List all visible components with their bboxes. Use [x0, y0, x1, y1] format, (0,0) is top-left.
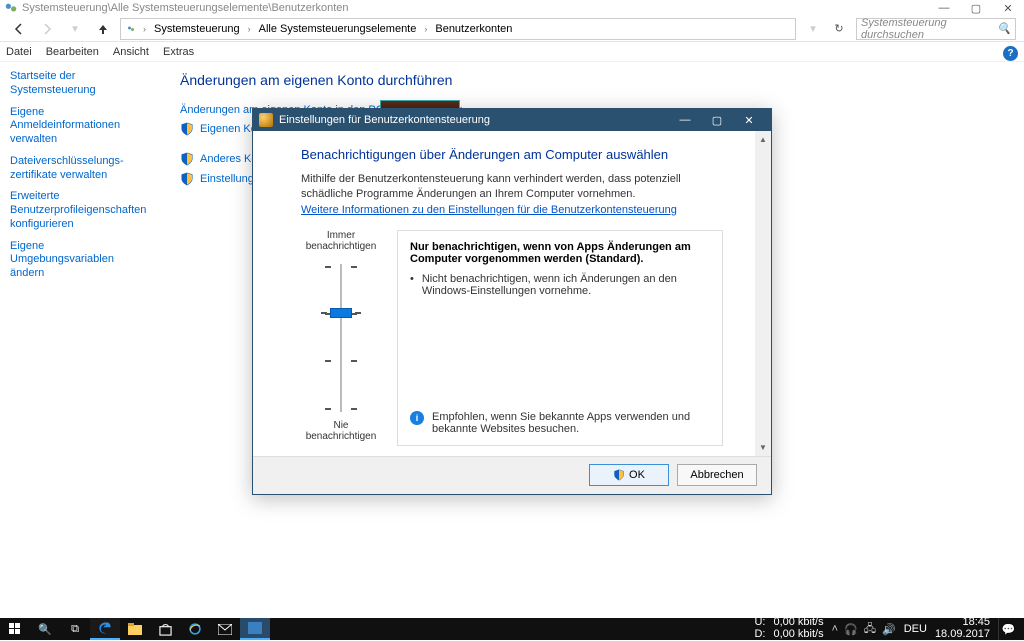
chevron-right-icon[interactable]: › [420, 24, 431, 34]
help-icon[interactable]: ? [1003, 46, 1018, 61]
shield-icon [180, 172, 194, 186]
menu-ansicht[interactable]: Ansicht [113, 46, 149, 58]
tray-network-icon[interactable]: 🖧 [864, 620, 876, 639]
window-title: Systemsteuerung\Alle Systemsteuerungsele… [22, 2, 349, 14]
uac-more-info-link[interactable]: Weitere Informationen zu den Einstellung… [301, 204, 677, 216]
search-placeholder: Systemsteuerung durchsuchen [861, 17, 997, 41]
system-tray: U:D: 0,00 kbit/s0,00 kbit/s ˄ 🎧 🖧 🔊 DEU … [754, 617, 1024, 640]
uac-level-info: Empfohlen, wenn Sie bekannte Apps verwen… [432, 411, 710, 435]
menu-bearbeiten[interactable]: Bearbeiten [46, 46, 99, 58]
sidebar-advanced-profile[interactable]: Erweiterte Benutzerprofileigenschaften k… [10, 190, 150, 231]
menu-extras[interactable]: Extras [163, 46, 194, 58]
tray-volume-icon[interactable]: 🔊 [882, 623, 896, 636]
uac-slider[interactable] [325, 258, 357, 418]
tray-chevron-up-icon[interactable]: ˄ [832, 623, 838, 635]
window-title-bar: Systemsteuerung\Alle Systemsteuerungsele… [0, 0, 1024, 16]
minimize-button[interactable]: — [928, 0, 960, 16]
net-labels: U:D: [754, 617, 765, 640]
uac-title-text: Einstellungen für Benutzerkontensteuerun… [279, 114, 490, 126]
shield-icon [180, 152, 194, 166]
taskbar: 🔍 ⧉ U:D: 0,00 kbit/s0,00 kbit/s ˄ 🎧 🖧 🔊 … [0, 618, 1024, 640]
taskbar-app-icon[interactable] [240, 618, 270, 640]
sidebar-credentials[interactable]: Eigene Anmeldeinformationen verwalten [10, 106, 150, 147]
sidebar-home[interactable]: Startseite der Systemsteuerung [10, 70, 150, 98]
uac-title-icon [259, 113, 273, 127]
chevron-right-icon[interactable]: › [244, 24, 255, 34]
uac-minimize-button[interactable]: — [669, 110, 701, 130]
slider-bottom-label: Nie benachrichtigen [301, 420, 381, 442]
slider-top-label: Immer benachrichtigen [301, 230, 381, 252]
window-controls: — ▢ ✕ [928, 0, 1024, 16]
slider-thumb[interactable] [330, 308, 352, 318]
shield-icon [613, 469, 625, 481]
start-button[interactable] [0, 618, 30, 640]
taskbar-mail-icon[interactable] [210, 618, 240, 640]
uac-close-button[interactable]: ✕ [733, 110, 765, 130]
ok-button[interactable]: OK [589, 464, 669, 486]
breadcrumb-item[interactable]: Alle Systemsteuerungselemente [255, 23, 421, 35]
forward-button[interactable] [36, 18, 58, 40]
taskbar-ie-icon[interactable] [180, 618, 210, 640]
breadcrumb[interactable]: › Systemsteuerung › Alle Systemsteuerung… [120, 18, 796, 40]
maximize-button[interactable]: ▢ [960, 0, 992, 16]
uac-footer: OK Abbrechen [253, 456, 771, 494]
net-values: 0,00 kbit/s0,00 kbit/s [773, 617, 823, 640]
uac-level-title: Nur benachrichtigen, wenn von Apps Änder… [410, 241, 691, 265]
action-center-icon[interactable]: 💬 [998, 618, 1018, 640]
back-button[interactable] [8, 18, 30, 40]
control-panel-icon [4, 1, 18, 15]
uac-maximize-button[interactable]: ▢ [701, 110, 733, 130]
uac-heading: Benachrichtigungen über Änderungen am Co… [301, 147, 723, 162]
control-panel-icon [123, 21, 139, 37]
search-input[interactable]: Systemsteuerung durchsuchen 🔍 [856, 18, 1016, 40]
sidebar: Startseite der Systemsteuerung Eigene An… [0, 62, 160, 618]
tray-language[interactable]: DEU [904, 623, 927, 635]
uac-level-bullet: Nicht benachrichtigen, wenn ich Änderung… [422, 273, 710, 297]
taskbar-explorer-icon[interactable] [120, 618, 150, 640]
page-title: Änderungen am eigenen Konto durchführen [180, 72, 1004, 88]
up-button[interactable] [92, 18, 114, 40]
bullet-icon: • [410, 273, 414, 297]
shield-icon [180, 122, 194, 136]
address-dropdown-icon[interactable]: ▾ [802, 18, 824, 40]
breadcrumb-item[interactable]: Systemsteuerung [150, 23, 244, 35]
uac-level-description: Nur benachrichtigen, wenn von Apps Änder… [397, 230, 723, 446]
breadcrumb-bar: ▾ › Systemsteuerung › Alle Systemsteueru… [0, 16, 1024, 42]
uac-dialog: Einstellungen für Benutzerkontensteuerun… [252, 108, 772, 495]
info-icon: i [410, 411, 424, 425]
chevron-right-icon[interactable]: › [139, 24, 150, 34]
refresh-button[interactable]: ↻ [828, 18, 850, 40]
sidebar-certificates[interactable]: Dateiverschlüsselungs-zertifikate verwal… [10, 155, 150, 183]
scroll-down-icon[interactable]: ▼ [755, 440, 771, 456]
search-icon[interactable]: 🔍 [30, 618, 60, 640]
task-view-icon[interactable]: ⧉ [60, 618, 90, 640]
tray-headset-icon[interactable]: 🎧 [844, 623, 858, 636]
tray-clock[interactable]: 18:4518.09.2017 [935, 617, 990, 640]
cancel-button[interactable]: Abbrechen [677, 464, 757, 486]
uac-scrollbar[interactable]: ▲ ▼ [755, 131, 771, 456]
search-icon: 🔍 [997, 22, 1011, 35]
uac-description: Mithilfe der Benutzerkontensteuerung kan… [301, 172, 723, 202]
taskbar-store-icon[interactable] [150, 618, 180, 640]
menu-bar: Datei Bearbeiten Ansicht Extras [0, 42, 1024, 62]
taskbar-edge-icon[interactable] [90, 618, 120, 640]
breadcrumb-item[interactable]: Benutzerkonten [431, 23, 516, 35]
close-button[interactable]: ✕ [992, 0, 1024, 16]
recent-dropdown-icon[interactable]: ▾ [64, 18, 86, 40]
uac-title-bar[interactable]: Einstellungen für Benutzerkontensteuerun… [253, 109, 771, 131]
sidebar-env-vars[interactable]: Eigene Umgebungsvariablen ändern [10, 240, 150, 281]
scroll-up-icon[interactable]: ▲ [755, 131, 771, 147]
menu-datei[interactable]: Datei [6, 46, 32, 58]
